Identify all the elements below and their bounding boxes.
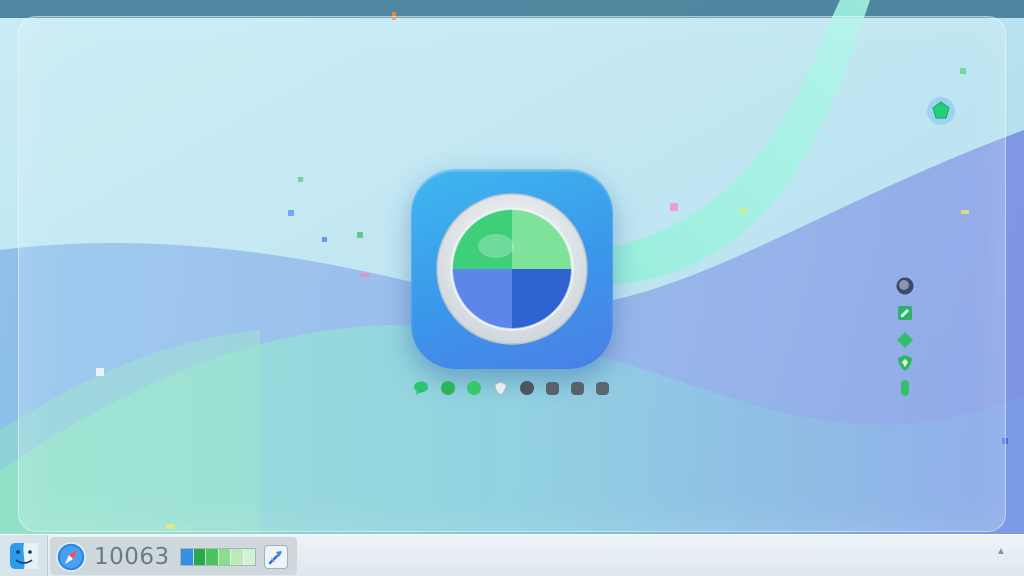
progress-segment bbox=[231, 549, 244, 565]
page-square-8[interactable] bbox=[596, 381, 609, 395]
quad-lens-icon bbox=[436, 193, 588, 345]
score-counter: 10063 bbox=[94, 544, 170, 570]
note-icon[interactable] bbox=[896, 304, 914, 322]
side-indicator-column bbox=[894, 277, 916, 399]
progress-meter bbox=[180, 548, 256, 566]
progress-segment bbox=[243, 549, 255, 565]
shield-icon[interactable] bbox=[896, 354, 914, 372]
page-indicator-row bbox=[411, 380, 611, 396]
taskbar: 10063 ▲ bbox=[0, 534, 1024, 576]
app-icon[interactable] bbox=[411, 169, 613, 369]
diamond-icon[interactable] bbox=[896, 331, 914, 349]
progress-segment bbox=[206, 549, 219, 565]
arrow-up-icon[interactable]: ▲ bbox=[994, 545, 1008, 559]
finder-face-icon bbox=[9, 543, 38, 569]
start-button[interactable] bbox=[0, 535, 48, 576]
progress-segment bbox=[181, 549, 194, 565]
chat-bubble-icon[interactable] bbox=[413, 380, 429, 396]
shield-icon[interactable] bbox=[493, 380, 508, 396]
page-dot-3[interactable] bbox=[467, 381, 481, 395]
avatar-icon[interactable] bbox=[896, 277, 914, 295]
page-dot-2[interactable] bbox=[441, 381, 455, 395]
page-square-6[interactable] bbox=[546, 381, 559, 395]
progress-segment bbox=[193, 549, 206, 565]
page-square-7[interactable] bbox=[571, 381, 584, 395]
compass-icon[interactable] bbox=[56, 542, 86, 572]
progress-segment bbox=[218, 549, 231, 565]
pill-icon[interactable] bbox=[896, 379, 914, 397]
xcode-hammer-icon bbox=[268, 551, 282, 565]
page-dot-5[interactable] bbox=[520, 381, 534, 395]
pentagon-gem-icon[interactable] bbox=[926, 96, 956, 126]
taskbar-tray: 10063 bbox=[50, 537, 297, 575]
tray-app-button[interactable] bbox=[264, 545, 288, 569]
